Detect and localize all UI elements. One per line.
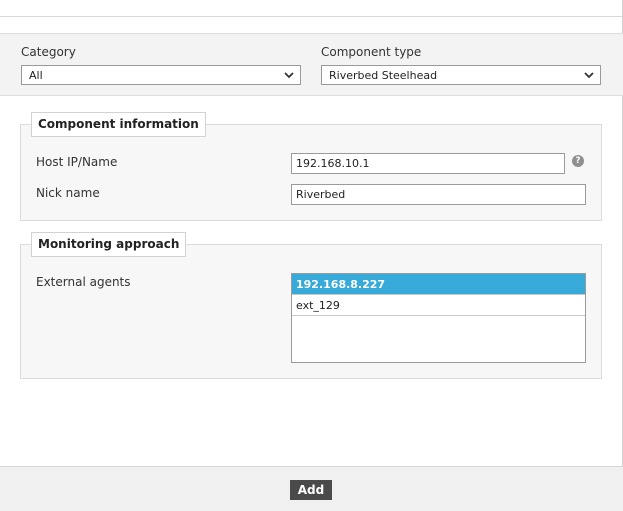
list-item[interactable]: 192.168.8.227	[292, 274, 585, 295]
filter-bar: Category All Component type Riverbed Ste…	[0, 33, 623, 96]
component-type-select-value: Riverbed Steelhead	[329, 69, 438, 82]
help-icon[interactable]: ?	[572, 155, 584, 167]
top-strip	[0, 0, 623, 17]
footer-bar: Add	[0, 466, 623, 511]
monitoring-approach-legend: Monitoring approach	[31, 232, 187, 257]
nick-name-label: Nick name	[36, 186, 100, 200]
add-button[interactable]: Add	[290, 480, 332, 500]
host-ip-label: Host IP/Name	[36, 155, 118, 169]
category-select[interactable]: All	[21, 65, 301, 85]
external-agents-label: External agents	[36, 275, 131, 289]
category-select-value: All	[29, 69, 43, 82]
nick-name-input[interactable]: Riverbed	[291, 184, 586, 205]
category-label: Category	[21, 45, 76, 59]
chevron-down-icon	[284, 72, 294, 79]
component-information-legend: Component information	[31, 112, 206, 137]
external-agents-listbox[interactable]: 192.168.8.227 ext_129	[291, 273, 586, 363]
host-ip-value: 192.168.10.1	[296, 157, 370, 170]
component-type-select[interactable]: Riverbed Steelhead	[321, 65, 601, 85]
nick-name-value: Riverbed	[296, 188, 346, 201]
component-type-label: Component type	[321, 45, 422, 59]
host-ip-input[interactable]: 192.168.10.1	[291, 153, 565, 174]
list-item[interactable]: ext_129	[292, 295, 585, 316]
chevron-down-icon	[584, 72, 594, 79]
